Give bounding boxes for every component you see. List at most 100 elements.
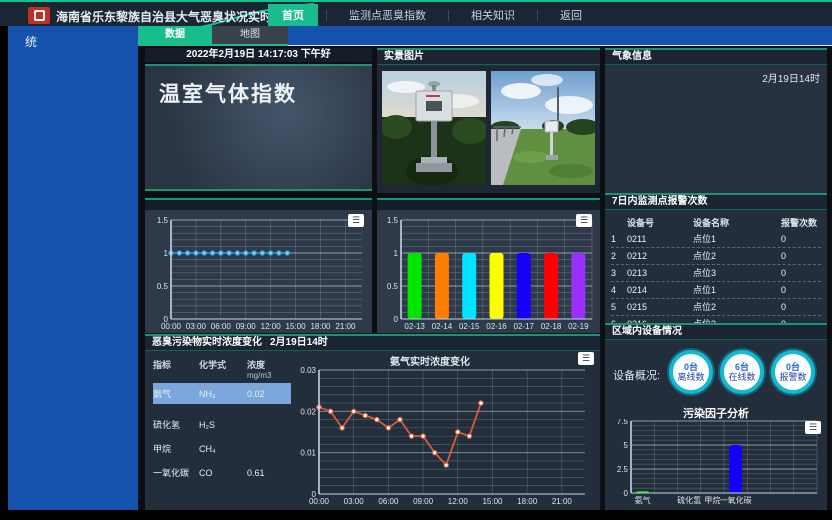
alarm-count-panel: 7日内监测点报警次数 设备号 设备名称 报警次数 10211 点位10 2021… xyxy=(605,193,827,323)
chart-menu-icon[interactable] xyxy=(576,214,592,227)
main-menu: 首页 监测点恶臭指数 相关知识 返回 xyxy=(268,4,596,26)
nav-item-odor-index[interactable]: 监测点恶臭指数 xyxy=(335,4,440,26)
alarm-table-row: 10211 点位10 xyxy=(611,231,821,248)
chart-menu-icon[interactable] xyxy=(578,352,594,365)
svg-text:甲烷: 甲烷 xyxy=(704,495,720,505)
svg-text:0.03: 0.03 xyxy=(300,366,316,375)
odor-table: 指标 化学式 浓度mg/m3 氨气NH₃0.02 硫化氢H₂S 甲烷CH₄ 一氧… xyxy=(153,358,291,486)
greenhouse-gas-title: 温室气体指数 xyxy=(145,66,372,108)
tab-data[interactable]: 数据 xyxy=(138,26,212,44)
nav-separator xyxy=(537,10,538,21)
odor-concentration-panel: 恶臭污染物实时浓度变化2月19日14时 指标 化学式 浓度mg/m3 氨气NH₃… xyxy=(145,334,600,510)
odor-row-nh3[interactable]: 氨气NH₃0.02 xyxy=(153,383,291,404)
site-photo-1 xyxy=(382,71,486,185)
svg-text:2.5: 2.5 xyxy=(617,465,629,474)
daily-index-bar-chart: 00.511.502-1302-1402-1502-1602-1702-1802… xyxy=(377,210,600,333)
datetime-bar: 2022年2月19日 14:17:03 下午好 xyxy=(145,48,372,62)
alarm-panel-title: 7日内监测点报警次数 xyxy=(605,195,827,210)
svg-text:06:00: 06:00 xyxy=(378,497,399,506)
svg-text:一氧化碳: 一氧化碳 xyxy=(720,495,752,505)
odor-panel-time: 2月19日14时 xyxy=(270,337,328,348)
svg-text:02-15: 02-15 xyxy=(459,322,480,331)
nav-item-knowledge[interactable]: 相关知识 xyxy=(457,4,529,26)
nh3-line-chart: 00.010.020.0300:0003:0006:0009:0012:0015… xyxy=(293,366,593,508)
weather-title-text: 气象信息 xyxy=(612,51,652,62)
svg-text:02-18: 02-18 xyxy=(541,322,562,331)
svg-text:0.5: 0.5 xyxy=(157,282,169,291)
odor-row-h2s[interactable]: 硫化氢H₂S xyxy=(153,414,291,435)
svg-text:0.01: 0.01 xyxy=(300,449,316,458)
svg-text:12:00: 12:00 xyxy=(261,322,282,331)
alarm-table-row: 20212 点位20 xyxy=(611,248,821,265)
title-overflow-text: 统 xyxy=(8,26,138,50)
svg-text:00:00: 00:00 xyxy=(161,322,182,331)
device-panel-title: 区域内设备情况 xyxy=(605,325,827,340)
odor-panel-title: 恶臭污染物实时浓度变化2月19日14时 xyxy=(145,336,600,351)
nav-item-home[interactable]: 首页 xyxy=(268,4,318,26)
svg-text:02-17: 02-17 xyxy=(514,322,535,331)
svg-text:09:00: 09:00 xyxy=(413,497,434,506)
dashboard-main: 2022年2月19日 14:17:03 下午好 温室气体指数 0 0.5 1 1.5 0… xyxy=(138,46,832,510)
tab-bar: 数据 地图 xyxy=(138,26,832,46)
alarm-count-circle: 0台 报警数 xyxy=(771,350,815,394)
svg-text:02-14: 02-14 xyxy=(432,322,453,331)
svg-text:03:00: 03:00 xyxy=(344,497,365,506)
svg-text:15:00: 15:00 xyxy=(482,497,503,506)
offline-count-circle: 0台 离线数 xyxy=(669,350,713,394)
device-status-panel: 区域内设备情况 设备概况: 0台 离线数 6台 在线数 0台 报警数 污染因子分… xyxy=(605,323,827,510)
chart-menu-icon[interactable] xyxy=(805,421,821,434)
svg-text:0.5: 0.5 xyxy=(387,282,399,291)
alarm-table-row: 50215 点位20 xyxy=(611,299,821,316)
svg-text:18:00: 18:00 xyxy=(310,322,331,331)
svg-text:1.5: 1.5 xyxy=(157,216,169,225)
site-photos-title: 实景图片 xyxy=(377,50,600,65)
nav-separator xyxy=(448,10,449,21)
site-photos-panel: 实景图片 xyxy=(377,48,600,193)
alarm-table-header: 设备号 设备名称 报警次数 xyxy=(611,215,821,231)
daily-index-panel: 00.511.502-1302-1402-1502-1602-1702-1802… xyxy=(377,198,600,333)
svg-text:21:00: 21:00 xyxy=(552,497,573,506)
app-logo xyxy=(28,7,50,24)
odor-table-header: 指标 化学式 浓度mg/m3 xyxy=(153,358,291,382)
svg-text:1.5: 1.5 xyxy=(387,216,399,225)
svg-text:氨气: 氨气 xyxy=(635,495,651,505)
weather-info-body: 2月19日14时 xyxy=(605,66,827,193)
svg-text:硫化氢: 硫化氢 xyxy=(677,495,701,505)
svg-text:06:00: 06:00 xyxy=(211,322,232,331)
nav-separator xyxy=(326,10,327,21)
svg-text:1: 1 xyxy=(164,249,169,258)
svg-text:15:00: 15:00 xyxy=(286,322,307,331)
chart-panel-header xyxy=(377,200,600,210)
site-photo-2 xyxy=(491,71,595,185)
svg-text:7.5: 7.5 xyxy=(617,419,629,426)
alarm-table-row: 40214 点位10 xyxy=(611,282,821,299)
weather-info-panel: 气象信息 2月19日14时 xyxy=(605,48,827,193)
tab-map[interactable]: 地图 xyxy=(212,26,288,44)
svg-text:21:00: 21:00 xyxy=(335,322,356,331)
top-nav-bar: 海南省乐东黎族自治县大气恶臭状况实时发布系 首页 监测点恶臭指数 相关知识 返回 xyxy=(0,0,832,26)
svg-text:02-19: 02-19 xyxy=(568,322,589,331)
svg-text:02-13: 02-13 xyxy=(404,322,425,331)
online-count-circle: 6台 在线数 xyxy=(720,350,764,394)
chart-panel-header xyxy=(145,200,372,210)
svg-text:00:00: 00:00 xyxy=(309,497,330,506)
chart-menu-icon[interactable] xyxy=(348,214,364,227)
greenhouse-line-chart: 00.511.500:0003:0006:0009:0012:0015:0018… xyxy=(145,210,372,333)
odor-row-co[interactable]: 一氧化碳CO0.61 xyxy=(153,462,291,483)
svg-text:09:00: 09:00 xyxy=(236,322,257,331)
svg-text:0.02: 0.02 xyxy=(300,407,316,416)
svg-text:1: 1 xyxy=(394,249,399,258)
alarm-table: 设备号 设备名称 报警次数 10211 点位10 20212 点位20 3021… xyxy=(611,215,821,333)
svg-text:0: 0 xyxy=(624,489,629,498)
svg-text:02-16: 02-16 xyxy=(486,322,507,331)
svg-text:18:00: 18:00 xyxy=(517,497,538,506)
weather-time: 2月19日14时 xyxy=(762,70,820,85)
odor-row-ch4[interactable]: 甲烷CH₄ xyxy=(153,438,291,459)
greenhouse-gas-panel: 温室气体指数 xyxy=(145,64,372,191)
svg-text:12:00: 12:00 xyxy=(448,497,469,506)
weather-info-title: 气象信息 xyxy=(605,50,827,65)
svg-text:5: 5 xyxy=(624,441,629,450)
sidebar: 统 xyxy=(8,26,138,510)
pollution-bar-chart: 0 2.5 5 7.5 氨气 硫化氢甲烷一氧化碳 xyxy=(609,419,823,505)
nav-item-back[interactable]: 返回 xyxy=(546,4,596,26)
